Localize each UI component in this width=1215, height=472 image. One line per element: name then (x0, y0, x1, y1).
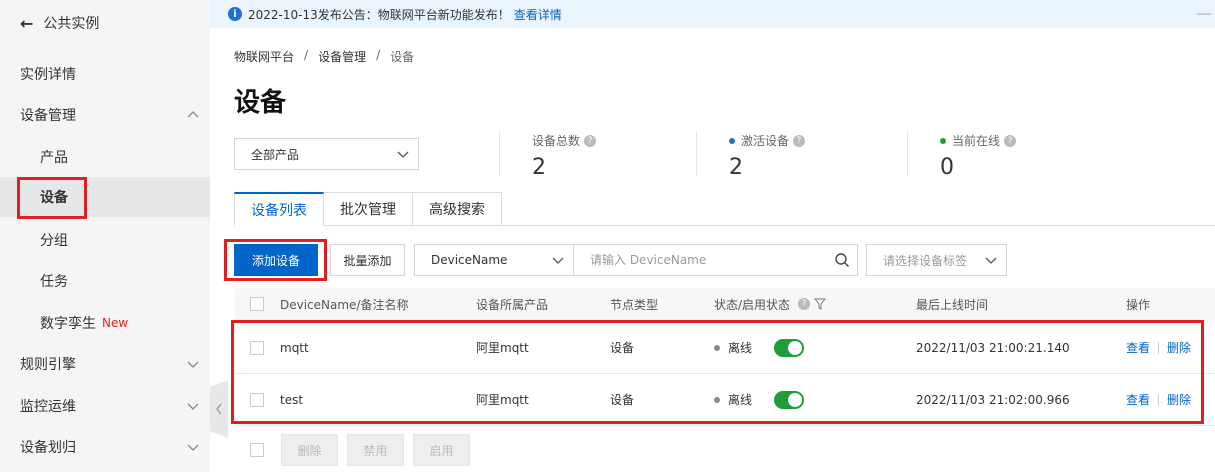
highlight-box-add-button (224, 239, 327, 281)
stat-value: 2 (532, 155, 546, 180)
search-input[interactable] (573, 244, 858, 276)
announcement-link[interactable]: 查看详情 (514, 6, 562, 23)
search-type-select[interactable]: DeviceName (414, 244, 574, 276)
sidebar-item-rules-engine[interactable]: 规则引擎 (0, 344, 210, 384)
bulk-enable-button[interactable]: 启用 (413, 434, 470, 466)
sidebar-item-label: 设备划归 (20, 440, 76, 456)
breadcrumb: 物联网平台 / 设备管理 / 设备 (234, 48, 414, 65)
column-header: 设备所属产品 (476, 297, 549, 312)
tab-batch-management[interactable]: 批次管理 (324, 192, 413, 226)
select-all-checkbox[interactable] (250, 288, 264, 320)
highlight-box-rows (231, 320, 1204, 424)
breadcrumb-current: 设备 (390, 50, 415, 64)
column-header-status: 状态/启用状态 ? (714, 288, 827, 320)
bulk-delete-button[interactable]: 删除 (281, 434, 338, 466)
sidebar-item-label: 数字孪生 (40, 316, 96, 332)
column-header: DeviceName/备注名称 (280, 297, 409, 312)
sidebar-item-products[interactable]: 产品 (0, 137, 210, 177)
chevron-down-icon (187, 403, 199, 410)
sidebar-collapse-handle[interactable] (210, 380, 228, 438)
search-icon[interactable] (834, 252, 850, 268)
divider (907, 132, 908, 176)
highlight-box-sidebar (17, 177, 87, 219)
stat-total-devices: 设备总数? 2 (532, 132, 597, 180)
sidebar-item-digital-twin[interactable]: 数字孪生 New (0, 303, 210, 343)
sidebar-item-device-assignment[interactable]: 设备划归 (0, 427, 210, 467)
page-title: 设备 (234, 88, 287, 118)
breadcrumb-item[interactable]: 设备管理 (318, 48, 366, 65)
help-icon[interactable]: ? (793, 134, 806, 147)
tab-device-list[interactable]: 设备列表 (234, 192, 324, 226)
back-link[interactable]: ← 公共实例 (20, 12, 99, 34)
batch-add-button[interactable]: 批量添加 (330, 244, 405, 276)
breadcrumb-separator: / (376, 48, 381, 62)
chevron-down-icon (985, 257, 997, 264)
sidebar-item-label: 实例详情 (20, 67, 76, 83)
sidebar-item-label: 任务 (40, 274, 68, 290)
new-badge: New (102, 316, 129, 330)
table-header: DeviceName/备注名称 设备所属产品 节点类型 状态/启用状态 ? 最后… (234, 288, 1215, 320)
product-filter-select[interactable]: 全部产品 (234, 138, 419, 170)
tab-advanced-search[interactable]: 高级搜索 (413, 192, 502, 226)
chevron-down-icon (187, 444, 199, 451)
stat-online-devices: 当前在线? 0 (940, 132, 1017, 180)
device-tag-select[interactable]: 请选择设备标签 (866, 244, 1007, 276)
tab-bar: 设备列表 批次管理 高级搜索 (234, 192, 502, 226)
stat-label: 设备总数 (532, 134, 581, 148)
stat-active-devices: 激活设备? 2 (729, 132, 806, 180)
column-header: 状态/启用状态 (714, 297, 791, 312)
sidebar: ← 公共实例 实例详情 设备管理 产品 设备 分组 任务 数字孪生 New 规则… (0, 0, 210, 472)
filter-icon[interactable] (814, 298, 827, 310)
divider (696, 132, 697, 176)
breadcrumb-item[interactable]: 物联网平台 (234, 48, 294, 65)
sidebar-item-label: 分组 (40, 233, 68, 249)
status-dot-icon (940, 137, 946, 144)
sidebar-item-device-management[interactable]: 设备管理 (0, 95, 210, 135)
stat-value: 0 (940, 155, 954, 180)
chevron-down-icon (552, 257, 564, 264)
minimize-icon[interactable] (1197, 13, 1211, 15)
announcement-text: 2022-10-13发布公告：物联网平台新功能发布！ (248, 7, 510, 22)
chevron-down-icon (397, 151, 409, 158)
device-tag-placeholder: 请选择设备标签 (883, 253, 968, 268)
chevron-down-icon (187, 361, 199, 368)
sidebar-item-monitoring[interactable]: 监控运维 (0, 386, 210, 426)
sidebar-item-instance-detail[interactable]: 实例详情 (0, 54, 210, 94)
status-dot-icon (729, 137, 735, 144)
column-header: 操作 (1126, 297, 1151, 312)
sidebar-item-label: 设备管理 (20, 108, 76, 124)
column-header: 最后上线时间 (916, 297, 989, 312)
sidebar-item-label: 规则引擎 (20, 357, 76, 373)
stat-label: 当前在线 (952, 134, 1001, 148)
stat-value: 2 (729, 155, 743, 180)
product-filter-value: 全部产品 (251, 147, 300, 162)
help-icon[interactable]: ? (1004, 134, 1017, 147)
back-label: 公共实例 (43, 16, 100, 32)
arrow-left-icon: ← (20, 13, 34, 33)
chevron-up-icon (187, 111, 199, 118)
help-icon[interactable]: ? (584, 134, 597, 147)
column-header: 节点类型 (610, 297, 659, 312)
footer-select-all-checkbox[interactable] (250, 443, 264, 457)
divider (499, 132, 500, 176)
sidebar-item-label: 监控运维 (20, 399, 76, 415)
breadcrumb-separator: / (304, 48, 309, 62)
stat-label: 激活设备 (741, 134, 790, 148)
sidebar-item-tasks[interactable]: 任务 (0, 261, 210, 301)
help-icon[interactable]: ? (798, 298, 811, 310)
bulk-disable-button[interactable]: 禁用 (347, 434, 404, 466)
sidebar-item-label: 产品 (40, 150, 68, 166)
sidebar-item-groups[interactable]: 分组 (0, 220, 210, 260)
chevron-left-icon (216, 403, 222, 415)
announcement-bar: i 2022-10-13发布公告：物联网平台新功能发布！ 查看详情 (210, 0, 1215, 28)
info-icon: i (228, 7, 242, 21)
search-type-value: DeviceName (431, 253, 508, 267)
